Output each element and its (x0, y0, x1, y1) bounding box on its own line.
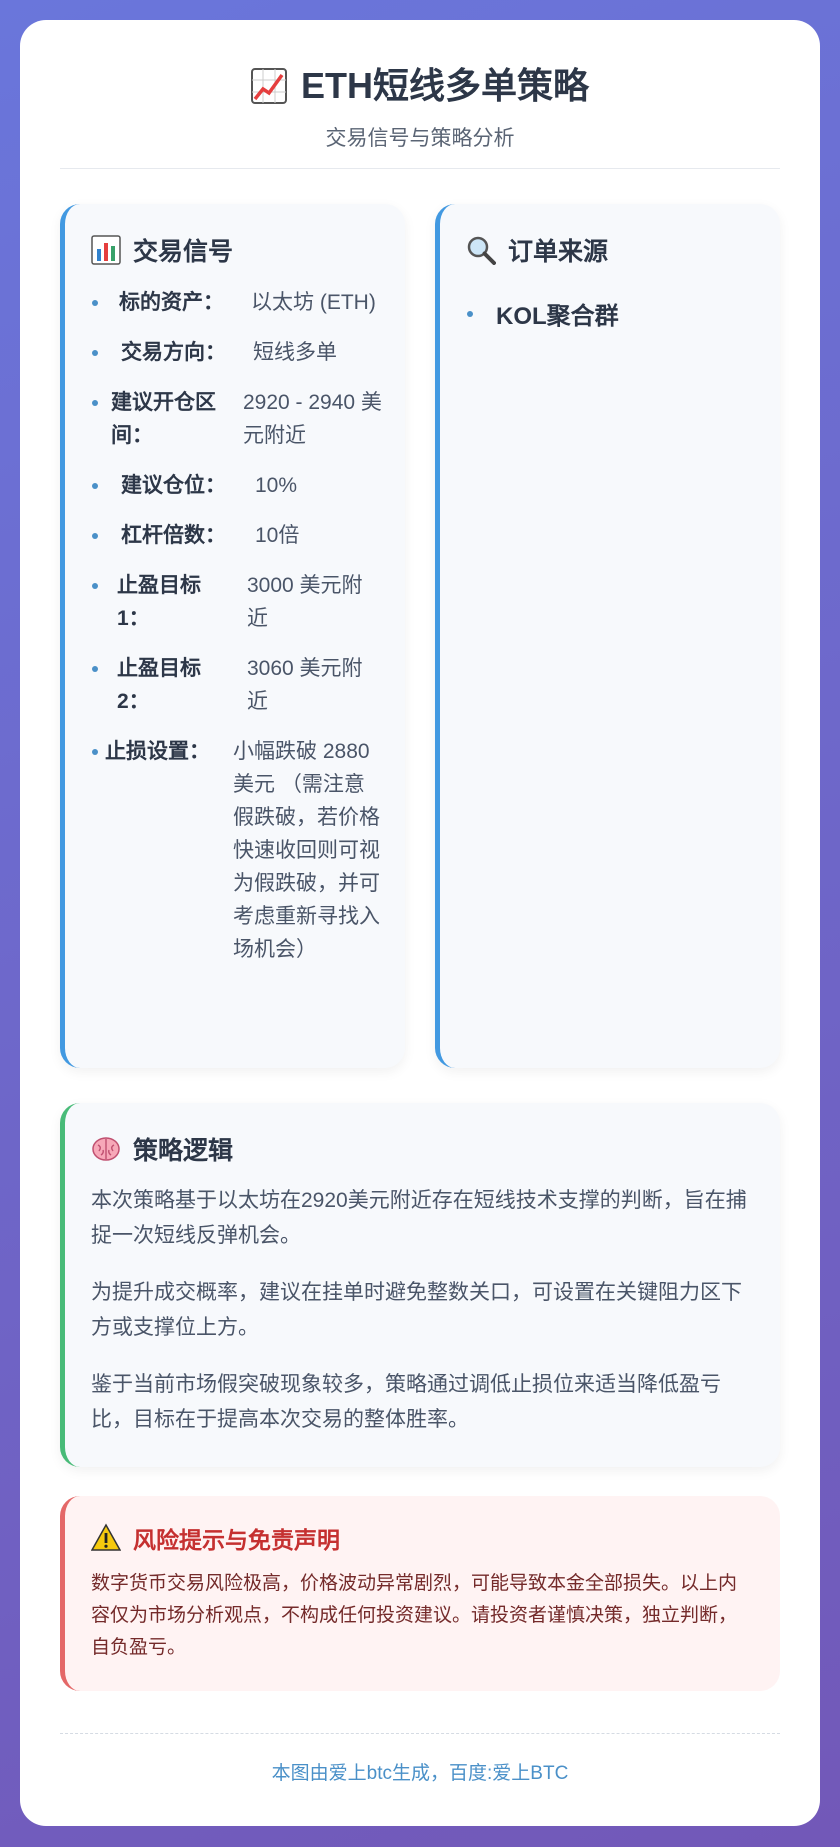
order-source-panel: 订单来源 KOL聚合群 (435, 204, 780, 1068)
source-title: 订单来源 (466, 230, 758, 270)
signal-value: 10倍 (255, 524, 300, 547)
signal-item-take-profit-2: 止盈目标2： 3060 美元附近 (91, 652, 383, 718)
signal-item-leverage: 杠杆倍数： 10倍 (91, 519, 383, 552)
title-text: ETH短线多单策略 (300, 65, 589, 106)
signal-label: 杠杆倍数： (121, 524, 226, 547)
signals-title-text: 交易信号 (133, 238, 234, 266)
signal-value: 小幅跌破 2880美元 （需注意假跌破，若价格快速收回则可视为假跌破，并可考虑重… (233, 740, 380, 961)
page-subtitle: 交易信号与策略分析 (325, 127, 515, 150)
warning-icon (90, 1523, 122, 1553)
signal-label: 标的资产： (119, 291, 224, 314)
strategy-card: ETH短线多单策略 交易信号与策略分析 交易信号 标的资产： 以太坊 (ETH)… (20, 20, 820, 1826)
signal-item-asset: 标的资产： 以太坊 (ETH) (91, 286, 383, 319)
risk-title-text: 风险提示与免责声明 (133, 1527, 340, 1553)
signal-item-take-profit-1: 止盈目标1： 3000 美元附近 (91, 569, 383, 635)
signal-label: 止盈目标2： (117, 657, 201, 713)
signal-label: 止盈目标1： (117, 574, 201, 630)
signal-label: 建议仓位： (121, 474, 226, 497)
signal-value: 2920 - 2940 美元附近 (243, 391, 382, 447)
logic-title-text: 策略逻辑 (133, 1137, 234, 1165)
risk-text: 数字货币交易风险极高，价格波动异常剧烈，可能导致本金全部损失。以上内容仅为市场分… (91, 1573, 738, 1658)
signal-item-direction: 交易方向： 短线多单 (91, 336, 383, 369)
logic-paragraph: 本次策略基于以太坊在2920美元附近存在短线技术支撑的判断，旨在捕捉一次短线反弹… (91, 1189, 747, 1247)
signal-value: 3060 美元附近 (247, 657, 363, 713)
logic-title: 策略逻辑 (91, 1129, 754, 1169)
signal-label: 交易方向： (121, 341, 226, 364)
source-title-text: 订单来源 (508, 238, 609, 266)
signal-value: 10% (255, 474, 298, 497)
signal-item-entry-range: 建议开仓区间： 2920 - 2940 美元附近 (91, 386, 383, 452)
risk-disclaimer-panel: 风险提示与免责声明 数字货币交易风险极高，价格波动异常剧烈，可能导致本金全部损失… (60, 1496, 780, 1691)
brain-icon (91, 1134, 121, 1164)
magnifier-icon (466, 235, 496, 265)
risk-title: 风险提示与免责声明 (90, 1520, 754, 1556)
bar-chart-icon (91, 235, 121, 265)
source-item: KOL聚合群 (466, 296, 758, 331)
signal-label: 建议开仓区间： (111, 391, 216, 447)
signal-value: 以太坊 (ETH) (251, 291, 376, 314)
footer: 本图由爱上btc生成，百度:爱上BTC (60, 1733, 780, 1785)
logic-paragraph: 鉴于当前市场假突破现象较多，策略通过调低止损位来适当降低盈亏比，目标在于提高本次… (91, 1373, 721, 1431)
trading-signals-panel: 交易信号 标的资产： 以太坊 (ETH) 交易方向： 短线多单 建议开仓区间： … (60, 204, 405, 1068)
chart-increasing-icon (250, 68, 287, 104)
strategy-logic-panel: 策略逻辑 本次策略基于以太坊在2920美元附近存在短线技术支撑的判断，旨在捕捉一… (60, 1103, 780, 1467)
signals-title: 交易信号 (91, 230, 383, 270)
signals-list: 标的资产： 以太坊 (ETH) 交易方向： 短线多单 建议开仓区间： 2920 … (91, 286, 383, 966)
signal-item-position: 建议仓位： 10% (91, 469, 383, 502)
source-item-label: KOL聚合群 (496, 303, 619, 330)
signal-value: 短线多单 (253, 341, 337, 364)
footer-text: 本图由爱上btc生成，百度:爱上BTC (271, 1763, 569, 1784)
signal-item-stop-loss: 止损设置： 小幅跌破 2880美元 （需注意假跌破，若价格快速收回则可视为假跌破… (91, 735, 383, 966)
signal-value: 3000 美元附近 (247, 574, 363, 630)
header: ETH短线多单策略 交易信号与策略分析 (60, 20, 780, 169)
page-title: ETH短线多单策略 (60, 64, 780, 108)
signal-label: 止损设置： (105, 740, 210, 763)
logic-paragraph: 为提升成交概率，建议在挂单时避免整数关口，可设置在关键阻力区下方或支撑位上方。 (91, 1281, 742, 1339)
